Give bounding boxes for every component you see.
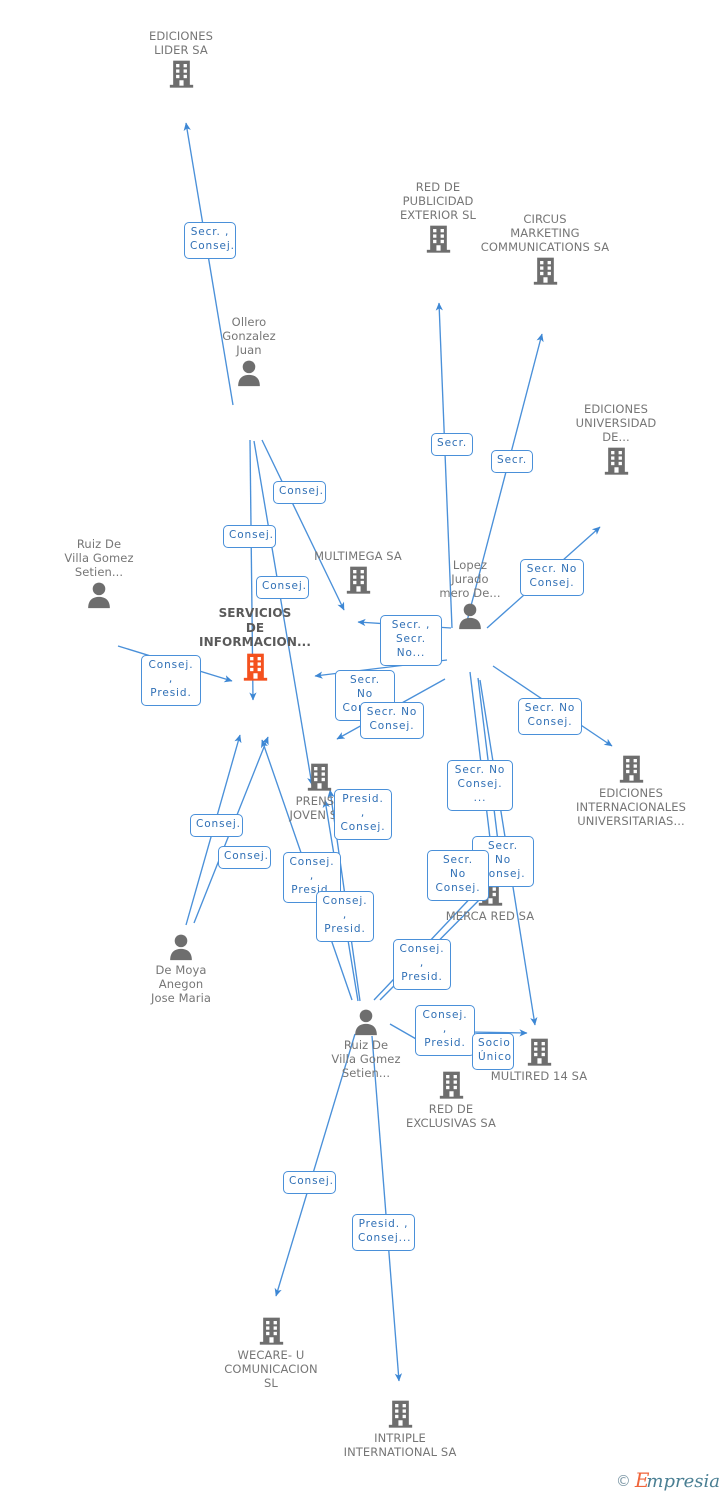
brand-name: mpresia: [646, 1471, 720, 1492]
relation-label-r13[interactable]: Secr. No Consej. ...: [447, 760, 513, 811]
node-ollero_gonzalez[interactable]: Ollero Gonzalez Juan: [174, 315, 324, 387]
node-ediciones_lider[interactable]: EDICIONES LIDER SA: [106, 29, 256, 89]
relation-label-r6[interactable]: Secr. No Consej.: [520, 559, 584, 596]
node-label: EDICIONES LIDER SA: [148, 29, 214, 58]
copyright-icon: ©: [615, 1472, 631, 1490]
relation-label-r19[interactable]: Secr. No Consej.: [427, 850, 489, 901]
person-icon: [24, 581, 174, 609]
node-label: WECARE- U COMUNICACION SL: [224, 1348, 318, 1391]
node-label: SERVICIOS DE INFORMACION...: [199, 606, 311, 650]
relation-label-r11[interactable]: Secr. No Consej.: [360, 702, 424, 739]
node-label: De Moya Anegon Jose Maria: [150, 963, 212, 1006]
relation-label-r14[interactable]: Presid. , Consej.: [334, 789, 392, 840]
relation-label-r21[interactable]: Consej. , Presid.: [393, 939, 451, 990]
company-icon: [470, 256, 620, 286]
relation-label-r1[interactable]: Secr. , Consej.: [184, 222, 236, 259]
relation-label-r22[interactable]: Consej. , Presid.: [415, 1005, 475, 1056]
node-label: EDICIONES UNIVERSIDAD DE...: [575, 402, 657, 445]
relationship-diagram-canvas: EDICIONES LIDER SA RED DE PUBLICIDAD EXTE…: [0, 0, 728, 1500]
person-icon: [106, 933, 256, 961]
node-label: Ruiz De Villa Gomez Setien...: [64, 537, 134, 580]
node-de_moya_anegon[interactable]: De Moya Anegon Jose Maria: [106, 932, 256, 1005]
node-label: Ollero Gonzalez Juan: [222, 315, 276, 358]
relation-label-r12[interactable]: Secr. No Consej.: [518, 698, 582, 735]
relation-label-r7[interactable]: Consej.: [256, 576, 309, 599]
company-icon: [196, 1316, 346, 1346]
node-label: INTRIPLE INTERNATIONAL SA: [343, 1431, 457, 1460]
relation-label-r20[interactable]: Consej. , Presid.: [316, 891, 374, 942]
node-ruiz_villa_top[interactable]: Ruiz De Villa Gomez Setien...: [24, 537, 174, 609]
company-icon: [556, 754, 706, 784]
node-circus_marketing[interactable]: CIRCUS MARKETING COMMUNICATIONS SA: [470, 212, 620, 286]
relation-label-r23[interactable]: Socio Único: [472, 1033, 514, 1070]
company-icon: [325, 1399, 475, 1429]
node-label: RED DE EXCLUSIVAS SA: [406, 1102, 496, 1131]
node-red_exclusivas[interactable]: RED DE EXCLUSIVAS SA: [376, 1069, 526, 1130]
relation-label-r24[interactable]: Consej.: [283, 1171, 336, 1194]
node-ediciones_intern[interactable]: EDICIONES INTERNACIONALES UNIVERSITARIAS…: [556, 753, 706, 828]
company-icon: [106, 59, 256, 89]
relation-label-r15[interactable]: Consej.: [190, 814, 243, 837]
relation-label-r4[interactable]: Consej.: [273, 481, 326, 504]
relation-label-r8[interactable]: Secr. , Secr. No...: [380, 615, 442, 666]
focus-company-icon: [180, 652, 330, 682]
node-wecare[interactable]: WECARE- U COMUNICACION SL: [196, 1315, 346, 1390]
empresia-watermark: © Empresia: [616, 1470, 720, 1492]
node-label: CIRCUS MARKETING COMMUNICATIONS SA: [480, 212, 610, 255]
relation-label-r17[interactable]: Consej.: [218, 846, 271, 869]
company-icon: [376, 1070, 526, 1100]
node-ediciones_univ[interactable]: EDICIONES UNIVERSIDAD DE...: [541, 402, 691, 476]
node-label: EDICIONES INTERNACIONALES UNIVERSITARIAS…: [576, 786, 686, 829]
relation-label-r25[interactable]: Presid. , Consej...: [352, 1214, 415, 1251]
company-icon: [244, 762, 394, 792]
person-icon: [174, 359, 324, 387]
relation-label-r9[interactable]: Consej. , Presid.: [141, 655, 201, 706]
node-servicios_info[interactable]: SERVICIOS DE INFORMACION...: [180, 606, 330, 682]
node-intriple[interactable]: INTRIPLE INTERNATIONAL SA: [325, 1398, 475, 1459]
company-icon: [541, 446, 691, 476]
relation-label-r2[interactable]: Secr.: [431, 433, 473, 456]
relation-label-r3[interactable]: Secr.: [491, 450, 533, 473]
node-label: MERCA RED SA: [445, 909, 535, 923]
relation-label-r5[interactable]: Consej.: [223, 525, 276, 548]
